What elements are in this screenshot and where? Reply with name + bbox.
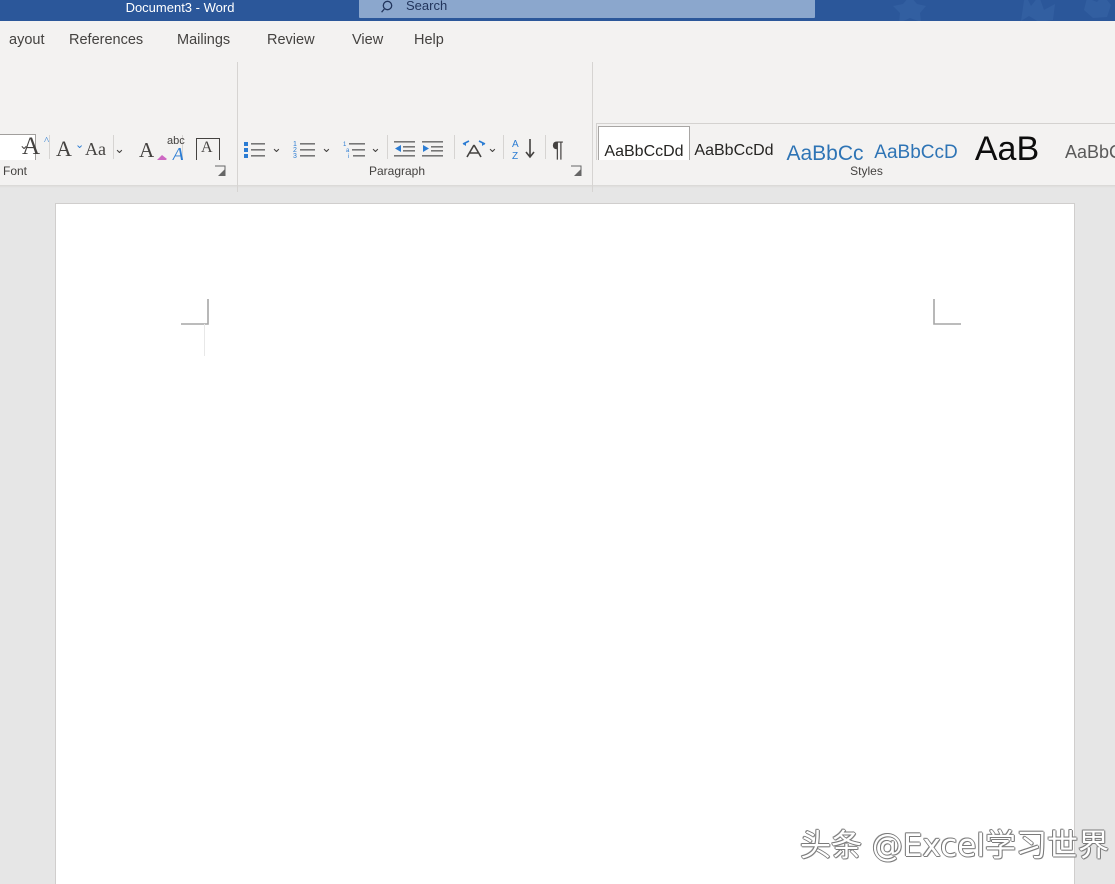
group-label-styles: Styles	[850, 164, 883, 178]
titlebar-decoration	[893, 0, 1111, 21]
title-bar: Document3 - Word Search	[0, 0, 1115, 21]
ribbon-tab-references[interactable]: References	[60, 21, 152, 59]
ribbon-tab-view[interactable]: View	[343, 21, 392, 59]
para-sep-3	[503, 135, 504, 159]
font-sep-1	[49, 135, 50, 159]
search-placeholder: Search	[406, 0, 448, 13]
ribbon-tab-help[interactable]: Help	[405, 21, 453, 59]
document-page[interactable]	[55, 203, 1075, 884]
bullets-chevron-icon[interactable]: ⌄	[271, 140, 282, 156]
document-title: Document3 - Word	[125, 0, 235, 15]
svg-text:i: i	[348, 154, 349, 159]
change-case-icon[interactable]: Aa	[85, 139, 106, 160]
distributed-text-icon[interactable]	[461, 139, 487, 159]
multilevel-list-chevron-icon[interactable]: ⌄	[370, 140, 381, 156]
group-label-paragraph: Paragraph	[368, 164, 426, 178]
change-case-chevron-icon[interactable]: ⌄	[114, 141, 125, 157]
ribbon-tab-review[interactable]: Review	[258, 21, 324, 59]
text-cursor	[204, 324, 205, 356]
increase-indent-icon[interactable]	[422, 140, 444, 158]
multilevel-list-icon[interactable]: 1 a i	[343, 139, 367, 159]
svg-text:3: 3	[293, 153, 297, 159]
svg-text:A: A	[512, 139, 519, 150]
dialog-launcher-paragraph[interactable]	[570, 165, 583, 178]
watermark-text: 头条 @Excel学习世界	[800, 828, 1109, 864]
ribbon-tab-mailings[interactable]: Mailings	[168, 21, 239, 59]
ribbon-group-labels: Font Paragraph Styles	[0, 160, 1115, 185]
search-icon	[381, 0, 393, 13]
group-separator	[592, 62, 593, 192]
numbering-icon[interactable]: 1 2 3	[293, 139, 317, 159]
decrease-indent-icon[interactable]	[394, 140, 416, 158]
group-separator	[237, 62, 238, 192]
character-border-letter: A	[201, 139, 213, 156]
shrink-font-icon[interactable]: A	[56, 136, 72, 162]
top-right-margin-mark	[933, 299, 961, 325]
grow-font-icon[interactable]: A	[22, 133, 40, 161]
distributed-text-chevron-icon[interactable]: ⌄	[487, 140, 498, 156]
ribbon-body: ⌄ A ^ A ⌄ Aa ⌄ A abc A A x 2 A ⌄ ⌄ A ⌄	[0, 59, 1115, 210]
dialog-launcher-font[interactable]	[214, 165, 227, 178]
shrink-font-caret-icon: ⌄	[75, 139, 85, 151]
bullets-icon[interactable]	[243, 139, 267, 159]
style-sample: AaBbCcDd	[604, 143, 684, 160]
numbering-chevron-icon[interactable]: ⌄	[321, 140, 332, 156]
para-sep-4	[545, 135, 546, 159]
search-box[interactable]: Search	[359, 0, 815, 18]
ribbon-tab-bar: ayout References Mailings Review View Help	[0, 21, 1115, 59]
document-canvas[interactable]	[0, 188, 1115, 884]
group-label-font: Font	[2, 164, 27, 178]
sort-icon[interactable]: A Z	[512, 137, 538, 161]
ribbon-tab-ayout[interactable]: ayout	[0, 21, 53, 59]
para-sep-1	[387, 135, 388, 159]
top-left-margin-mark	[181, 299, 209, 325]
para-sep-2	[454, 135, 455, 159]
style-sample: AaBbCcDd	[694, 142, 774, 159]
